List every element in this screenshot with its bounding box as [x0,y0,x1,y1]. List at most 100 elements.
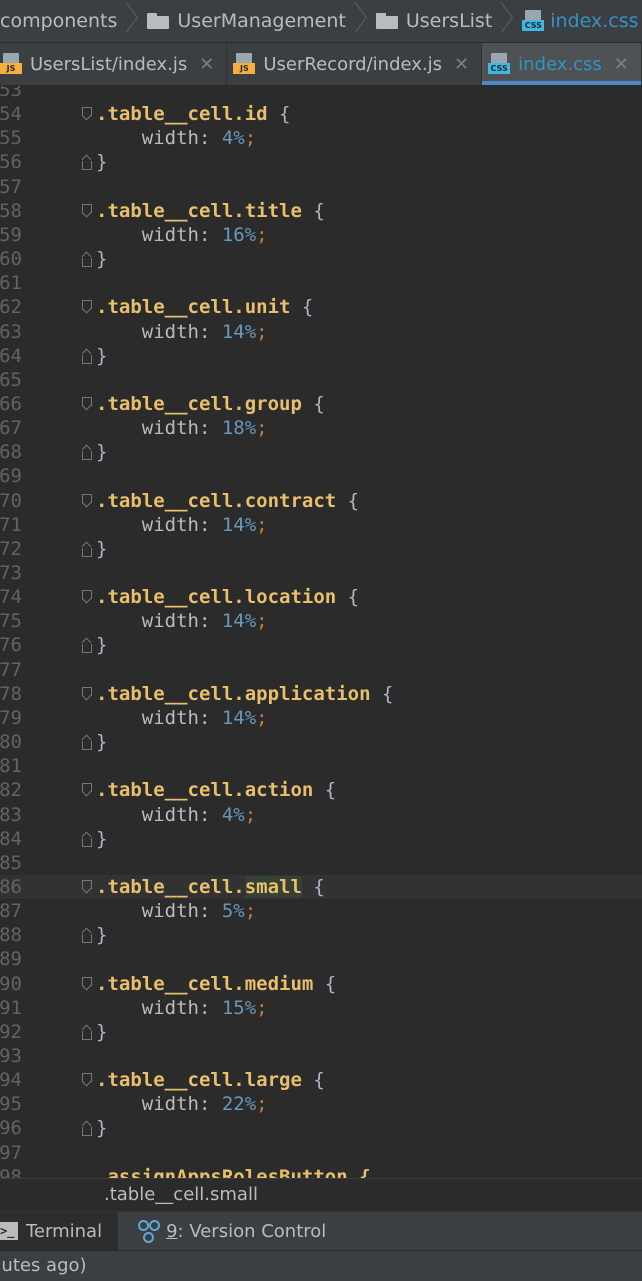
code-line[interactable]: 86.table__cell.small { [0,875,642,899]
code-line[interactable]: 68} [0,440,642,464]
breadcrumb-item-components[interactable]: components [0,0,141,42]
code-line[interactable]: 64} [0,344,642,368]
tab-index-css[interactable]: CSS index.css ✕ [482,43,642,85]
breadcrumb-item-index-css[interactable]: CSS index.css [516,0,642,42]
fold-start-icon[interactable] [81,397,91,411]
code-line[interactable]: 70.table__cell.contract { [0,489,642,513]
code-line[interactable]: 77 [0,658,642,682]
close-brace: } [96,440,107,464]
code-line[interactable]: 62.table__cell.unit { [0,295,642,319]
property-value: 4% [222,804,245,826]
fold-start-icon[interactable] [81,204,91,218]
code-line[interactable]: 63 width: 14%; [0,320,642,344]
fold-start-icon[interactable] [81,1073,91,1087]
code-line[interactable]: 96} [0,1116,642,1140]
close-icon[interactable]: ✕ [199,54,214,75]
code-line[interactable]: 66.table__cell.group { [0,392,642,416]
code-line[interactable]: 67 width: 18%; [0,416,642,440]
open-brace: { [336,490,359,512]
code-line[interactable]: 78.table__cell.application { [0,682,642,706]
version-control-shortcut: 9 [166,1221,177,1242]
code-line[interactable]: 81 [0,754,642,778]
code-line[interactable]: 94.table__cell.large { [0,1068,642,1092]
code-line[interactable]: 69 [0,464,642,488]
fold-end-icon[interactable] [81,1025,91,1039]
fold-start-icon[interactable] [81,300,91,314]
fold-end-icon[interactable] [81,445,91,459]
code-line[interactable]: 92} [0,1020,642,1044]
code-line[interactable]: 95 width: 22%; [0,1092,642,1116]
code-line[interactable]: 84} [0,827,642,851]
semicolon: ; [256,417,267,439]
fold-start-icon[interactable] [81,590,91,604]
css-rule-selector: .table__cell.title { [96,199,325,223]
code-line[interactable]: 60} [0,247,642,271]
code-line[interactable]: 87 width: 5%; [0,899,642,923]
tab-userrecord-index-js[interactable]: JS UserRecord/index.js ✕ [227,43,482,85]
code-line[interactable]: 74.table__cell.location { [0,585,642,609]
code-line[interactable]: 79 width: 14%; [0,706,642,730]
code-line[interactable]: 83 width: 4%; [0,803,642,827]
code-line[interactable]: 59 width: 16%; [0,223,642,247]
fold-start-icon[interactable] [81,977,91,991]
fold-end-icon[interactable] [81,155,91,169]
code-line[interactable]: 56} [0,150,642,174]
property-name: width: [96,514,222,536]
fold-start-icon[interactable] [81,107,91,121]
breadcrumb-item-usermanagement[interactable]: UserManagement [141,0,369,42]
code-line[interactable]: 54.table__cell.id { [0,102,642,126]
fold-end-icon[interactable] [81,832,91,846]
line-number: 89 [0,947,22,971]
property-name: width: [96,997,222,1019]
property-name: width: [96,804,222,826]
code-editor[interactable]: 5354.table__cell.id {55 width: 4%;56}575… [0,86,642,1178]
fold-end-icon[interactable] [81,1121,91,1135]
fold-end-icon[interactable] [81,638,91,652]
code-line[interactable]: 93 [0,1044,642,1068]
structure-breadcrumb[interactable]: .table__cell.small [0,1178,642,1211]
code-line[interactable]: 80} [0,730,642,754]
code-line[interactable]: 85 [0,851,642,875]
code-line[interactable]: 73 [0,561,642,585]
terminal-button[interactable]: Terminal [0,1212,118,1250]
code-line[interactable]: 72} [0,537,642,561]
code-line[interactable]: 65 [0,368,642,392]
fold-end-icon[interactable] [81,542,91,556]
line-number: 90 [0,972,22,996]
property-name: width: [96,1093,222,1115]
breadcrumb-item-userslist[interactable]: UsersList [370,0,516,42]
close-icon[interactable]: ✕ [454,54,469,75]
code-line[interactable]: 71 width: 14%; [0,513,642,537]
fold-start-icon[interactable] [81,880,91,894]
line-number: 70 [0,489,22,513]
code-line[interactable]: 90.table__cell.medium { [0,972,642,996]
fold-start-icon[interactable] [81,494,91,508]
code-line[interactable]: 61 [0,271,642,295]
code-line[interactable]: 98.assignAppsRolesButton { [0,1165,642,1178]
code-line[interactable]: 53 [0,86,642,102]
fold-end-icon[interactable] [81,928,91,942]
fold-end-icon[interactable] [81,349,91,363]
selector-text: .table__cell.unit [96,296,290,318]
fold-end-icon[interactable] [81,252,91,266]
code-line[interactable]: 57 [0,175,642,199]
fold-end-icon[interactable] [81,735,91,749]
code-line[interactable]: 82.table__cell.action { [0,778,642,802]
line-number: 63 [0,320,22,344]
version-control-button[interactable]: 9: Version Control [118,1212,342,1250]
fold-start-icon[interactable] [81,687,91,701]
code-line[interactable]: 91 width: 15%; [0,996,642,1020]
code-line[interactable]: 75 width: 14%; [0,609,642,633]
css-rule-selector: .table__cell.action { [96,778,336,802]
code-line[interactable]: 58.table__cell.title { [0,199,642,223]
code-line[interactable]: 88} [0,923,642,947]
tab-label: UserRecord/index.js [263,54,442,75]
code-line[interactable]: 55 width: 4%; [0,126,642,150]
line-number: 88 [0,923,22,947]
fold-start-icon[interactable] [81,783,91,797]
close-icon[interactable]: ✕ [614,54,629,75]
tab-userslist-index-js[interactable]: JS UsersList/index.js ✕ [0,43,227,85]
code-line[interactable]: 76} [0,633,642,657]
code-line[interactable]: 89 [0,947,642,971]
code-line[interactable]: 97 [0,1141,642,1165]
